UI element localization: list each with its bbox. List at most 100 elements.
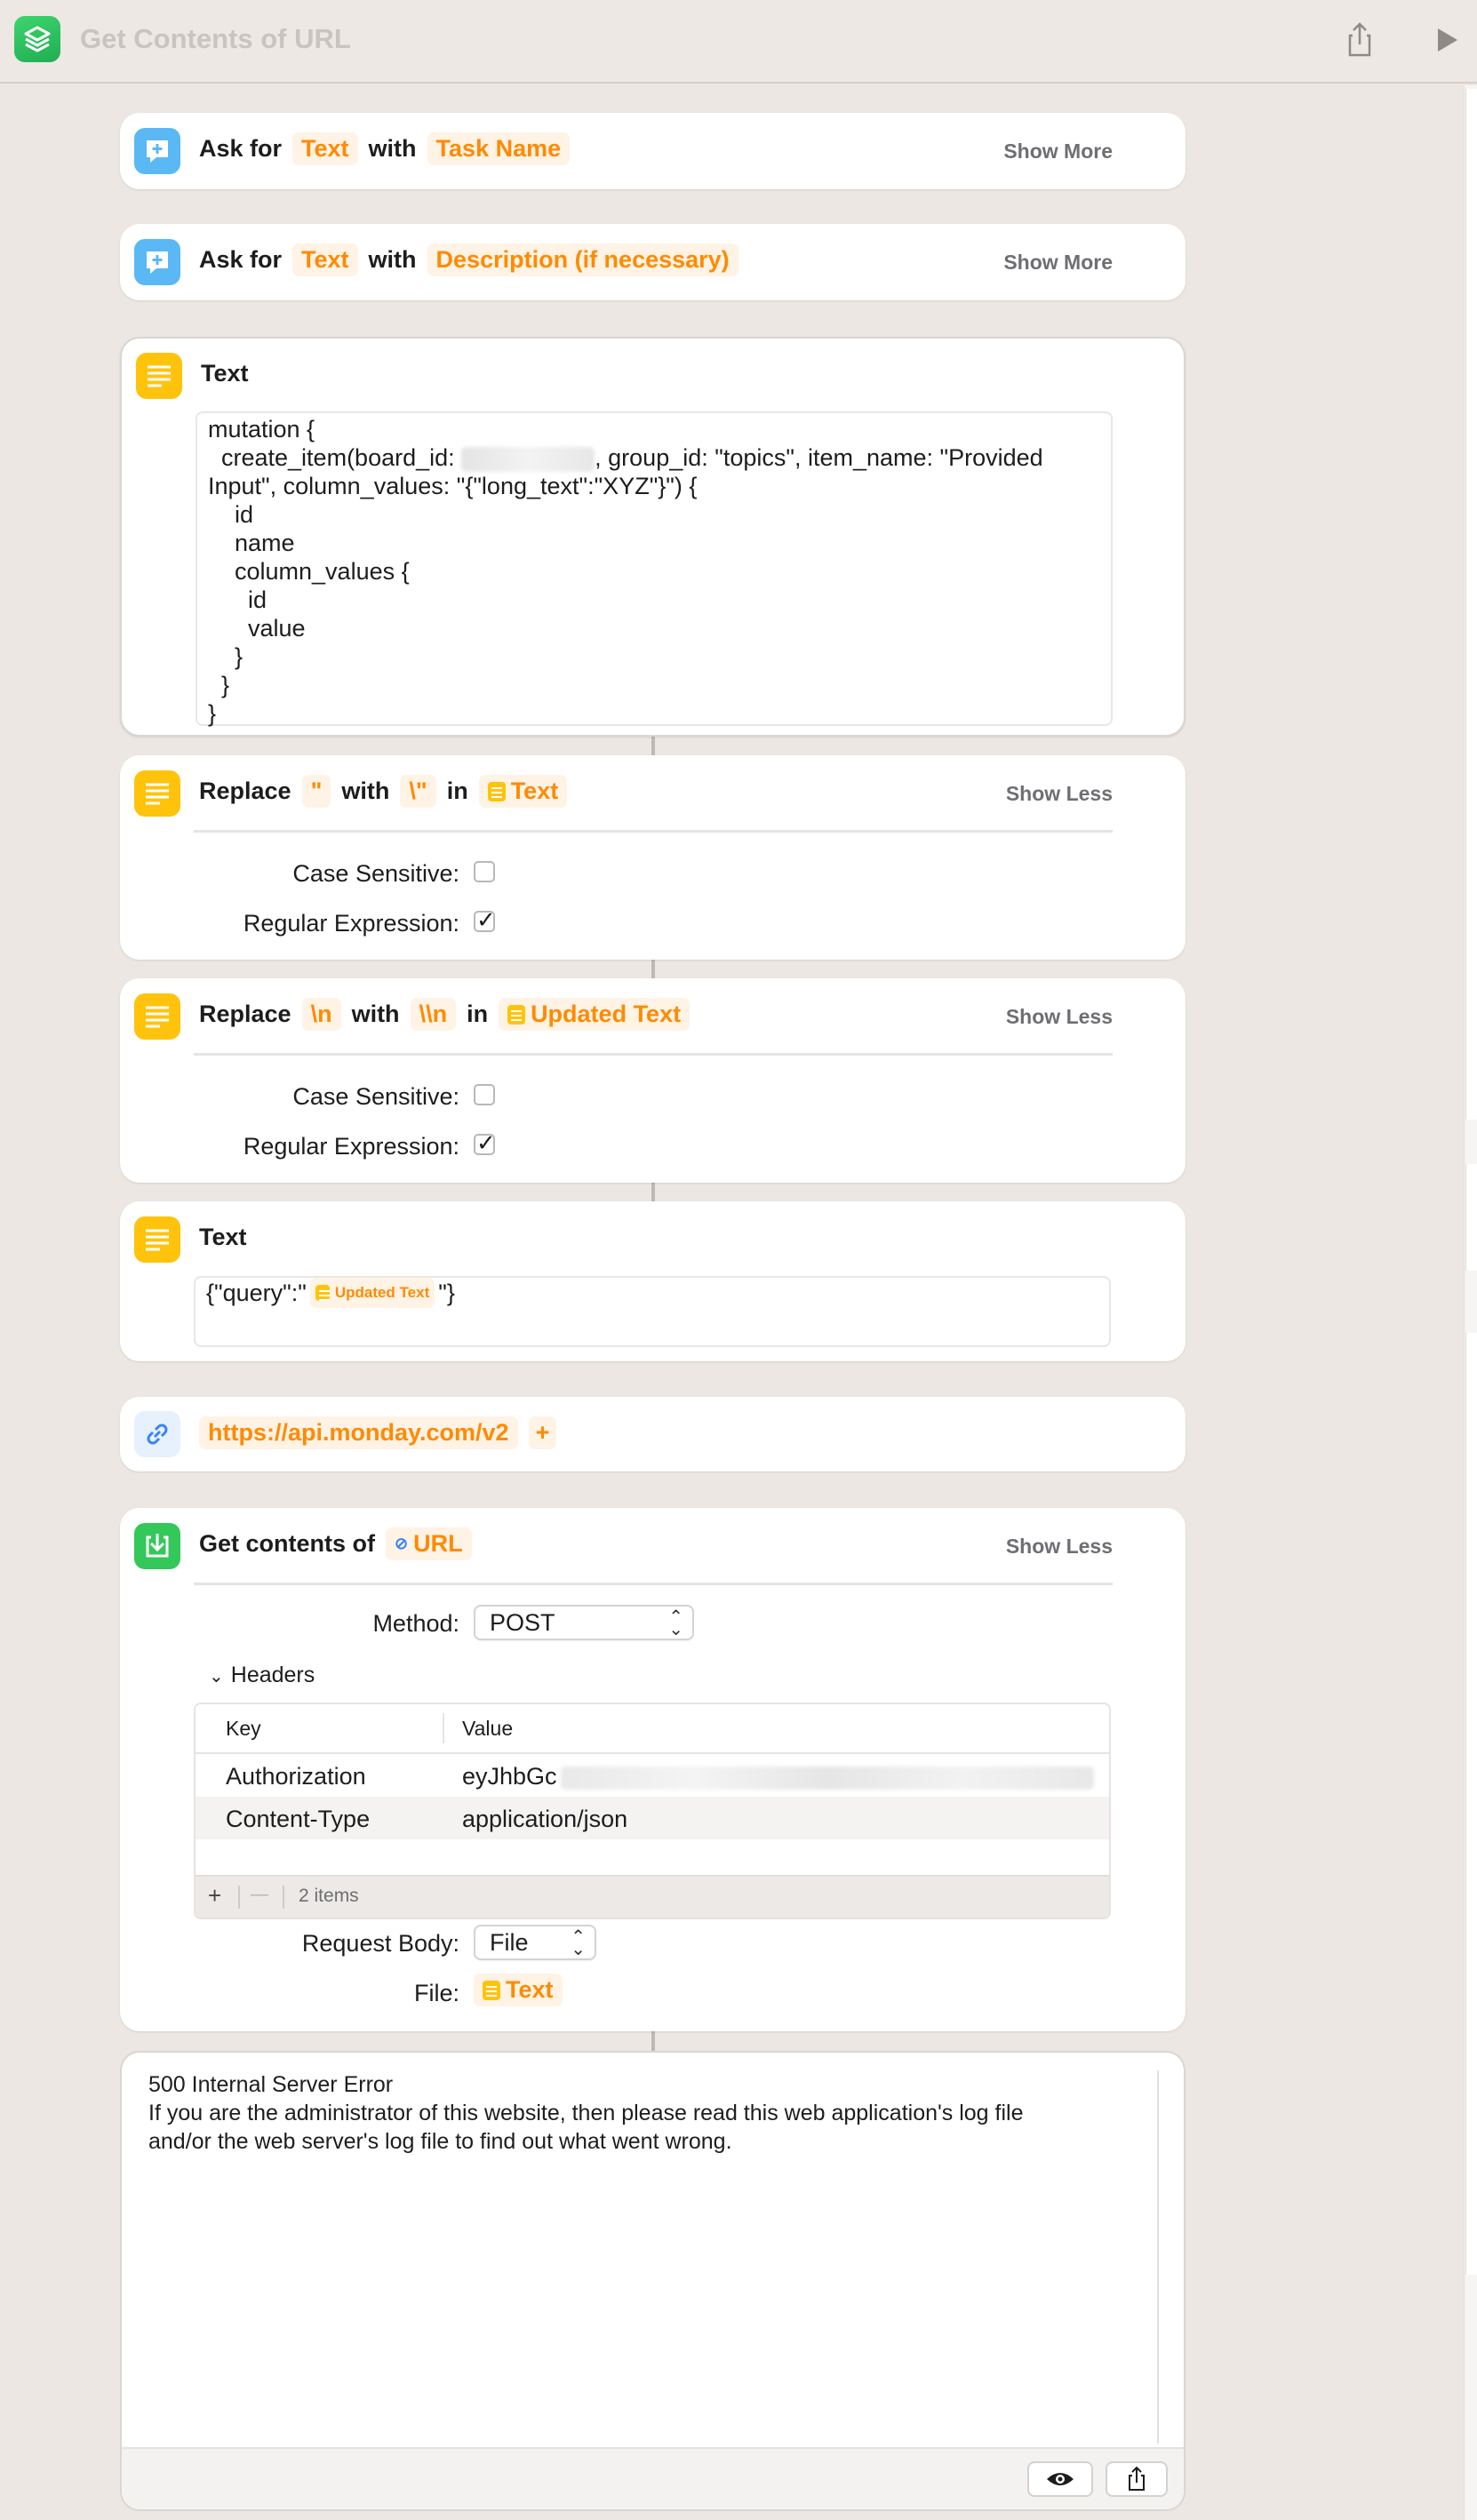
replace-label: Replace xyxy=(199,1001,291,1027)
prompt-token[interactable]: Description (if necessary) xyxy=(427,243,738,276)
eye-icon xyxy=(1047,2473,1074,2485)
add-url-button[interactable]: + xyxy=(528,1416,557,1449)
show-more-button[interactable]: Show More xyxy=(1003,251,1113,275)
text-variable-icon xyxy=(315,1285,330,1301)
find-token[interactable]: \n xyxy=(301,998,341,1031)
quick-look-button[interactable] xyxy=(1027,2461,1093,2497)
code-text: create_item(board_id: xyxy=(208,444,462,471)
text-variable-icon xyxy=(483,1980,500,2000)
get-contents-label: Get contents of xyxy=(199,1530,376,1557)
result-line: and/or the web server's log file to find… xyxy=(148,2129,732,2154)
case-sensitive-label: Case Sensitive: xyxy=(292,1083,459,1110)
text-action-title: Text xyxy=(199,1224,247,1250)
get-contents-action[interactable]: Get contents of ⊘ URL Show Less Method: P… xyxy=(120,1508,1186,2031)
text-action-title: Text xyxy=(201,360,249,387)
add-row-button[interactable]: + xyxy=(208,1882,221,1910)
ask-for-input-action[interactable]: Ask for Text with Task Name Show More xyxy=(120,113,1186,189)
with-label: with xyxy=(351,1001,400,1027)
variable-name: Updated Text xyxy=(334,1284,430,1301)
variable-name: Updated Text xyxy=(531,1001,682,1027)
share-icon[interactable] xyxy=(1337,18,1382,62)
scrollbar-segment[interactable] xyxy=(1465,1164,1477,1271)
request-body-select[interactable]: File ⌃ ⌄ xyxy=(474,1925,596,1960)
text-icon xyxy=(136,353,182,399)
show-less-button[interactable]: Show Less xyxy=(1006,1535,1113,1559)
play-icon[interactable] xyxy=(1425,18,1470,62)
find-token[interactable]: " xyxy=(301,775,331,808)
table-row[interactable]: Content-Type application/json xyxy=(196,1797,1109,1839)
request-body-value: File xyxy=(490,1929,529,1956)
variable-token[interactable]: Text xyxy=(478,775,568,808)
code-line: } xyxy=(208,643,244,670)
result-toolbar xyxy=(122,2447,1184,2509)
text-action[interactable]: Text mutation { create_item(board_id: , … xyxy=(120,337,1186,737)
with-label: with xyxy=(368,246,417,273)
text-action[interactable]: Text {"query":" Updated Text "} xyxy=(120,1201,1186,1361)
url-action[interactable]: https://api.monday.com/v2 + xyxy=(120,1397,1186,1471)
text-content-field[interactable]: {"query":" Updated Text "} xyxy=(194,1276,1111,1347)
result-output-panel[interactable]: 500 Internal Server Error If you are the… xyxy=(120,2051,1186,2511)
case-sensitive-label: Case Sensitive: xyxy=(292,860,459,887)
variable-name: Text xyxy=(506,1976,554,2003)
code-line: id xyxy=(208,586,267,613)
code-line: value xyxy=(208,615,306,642)
shortcuts-app-icon xyxy=(14,16,60,62)
show-less-button[interactable]: Show Less xyxy=(1006,1005,1113,1029)
headers-disclosure[interactable]: ⌄ Headers xyxy=(209,1663,315,1688)
case-sensitive-checkbox[interactable] xyxy=(474,1084,495,1105)
header-key[interactable]: Content-Type xyxy=(226,1806,370,1833)
in-label: in xyxy=(467,1001,489,1027)
url-link-icon xyxy=(134,1411,180,1457)
result-scrollbar[interactable] xyxy=(1157,2070,1159,2444)
case-sensitive-checkbox[interactable] xyxy=(474,861,495,882)
file-variable-token[interactable]: Text xyxy=(474,1974,563,2006)
header-value[interactable]: application/json xyxy=(462,1806,627,1833)
item-count: 2 items xyxy=(299,1886,359,1906)
input-type-token[interactable]: Text xyxy=(292,132,358,165)
title-bar: Get Contents of URL xyxy=(0,0,1477,84)
show-more-button[interactable]: Show More xyxy=(1003,140,1113,163)
code-line: } xyxy=(208,672,230,698)
scrollbar-segment[interactable] xyxy=(1465,89,1477,1120)
url-token[interactable]: https://api.monday.com/v2 xyxy=(199,1416,518,1449)
replace-token[interactable]: \\n xyxy=(410,998,457,1031)
regex-label: Regular Expression: xyxy=(243,910,459,937)
ask-label: Ask for xyxy=(199,135,283,162)
variable-token[interactable]: Updated Text xyxy=(309,1278,435,1308)
stepper-icon: ⌃ ⌄ xyxy=(668,1606,683,1639)
remove-row-button[interactable]: — xyxy=(251,1885,268,1905)
code-line: name xyxy=(208,530,295,556)
text-icon xyxy=(134,770,180,817)
replace-text-action[interactable]: Replace \n with \\n in Updated Text Show… xyxy=(120,978,1186,1183)
text-content-field[interactable]: mutation { create_item(board_id: , group… xyxy=(196,411,1113,727)
share-button[interactable] xyxy=(1106,2461,1168,2497)
ask-for-input-action[interactable]: Ask for Text with Description (if necess… xyxy=(120,224,1186,300)
code-line: column_values { xyxy=(208,558,410,585)
request-body-label: Request Body: xyxy=(301,1930,459,1957)
file-label: File: xyxy=(413,1980,459,2006)
header-value[interactable]: eyJhbGc xyxy=(462,1763,1094,1790)
variable-token[interactable]: Updated Text xyxy=(499,998,691,1031)
replace-text-action[interactable]: Replace " with \" in Text Show Less Case… xyxy=(120,755,1186,960)
regex-checkbox[interactable] xyxy=(474,907,496,934)
scrollbar-segment[interactable] xyxy=(1465,1333,1477,2275)
text-icon xyxy=(134,993,180,1040)
code-text: {"query":" xyxy=(206,1280,307,1306)
method-value: POST xyxy=(490,1609,555,1636)
ask-for-input-icon xyxy=(134,239,180,285)
method-select[interactable]: POST ⌃ ⌄ xyxy=(474,1605,694,1640)
prompt-token[interactable]: Task Name xyxy=(427,132,571,165)
variable-token[interactable]: ⊘ URL xyxy=(386,1527,472,1560)
share-icon xyxy=(1129,2466,1145,2491)
table-row[interactable]: Authorization eyJhbGc xyxy=(196,1754,1109,1797)
with-label: with xyxy=(368,135,417,162)
replace-token[interactable]: \" xyxy=(400,775,436,808)
header-key[interactable]: Authorization xyxy=(226,1763,366,1790)
variable-name: URL xyxy=(413,1530,463,1557)
variable-name: Text xyxy=(510,778,559,804)
show-less-button[interactable]: Show Less xyxy=(1006,782,1113,806)
input-type-token[interactable]: Text xyxy=(292,243,358,276)
regex-checkbox[interactable] xyxy=(474,1130,496,1157)
stepper-icon: ⌃ ⌄ xyxy=(571,1926,586,1959)
code-text: , group_id: "topics", item_name: "Provid… xyxy=(595,444,1043,471)
